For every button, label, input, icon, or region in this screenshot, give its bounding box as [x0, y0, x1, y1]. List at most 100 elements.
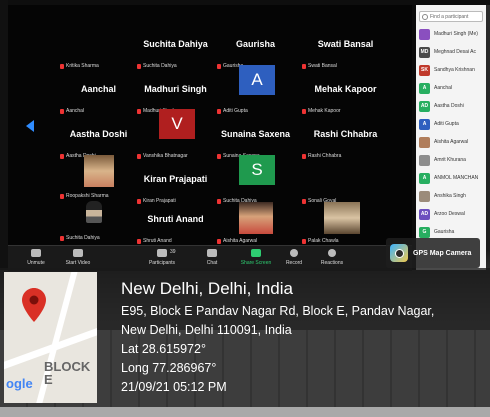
participant-row[interactable]: A ANMOL MANCHAN: [419, 170, 486, 186]
participant-video: [86, 201, 102, 223]
tile-display-name: Aanchal: [80, 84, 116, 94]
muted-mic-icon: [137, 63, 141, 69]
participant-row[interactable]: Madhuri Singh (Me): [419, 26, 486, 42]
participant-row[interactable]: Anshika Singh: [419, 188, 486, 204]
tile-display-name: Aastha Doshi: [69, 129, 128, 139]
tile-display-name: Swati Bansal: [317, 39, 374, 49]
camera-app-icon: [390, 244, 408, 262]
muted-mic-icon: [60, 63, 64, 69]
tile-display-name: Shruti Anand: [147, 214, 204, 224]
participant-video: [84, 155, 114, 187]
tile-name: Aditi Gupta: [223, 108, 248, 114]
participant-row[interactable]: MD Meghnad Desai Ac: [419, 44, 486, 60]
participant-name: Aishita Agarwal: [434, 139, 469, 145]
tile-suchita-dahiya-3[interactable]: Suchita Dahiya: [56, 197, 141, 243]
muted-mic-icon: [302, 108, 306, 114]
avatar: A: [419, 82, 430, 94]
muted-mic-icon: [217, 108, 221, 114]
participant-search-input[interactable]: Find a participant: [419, 11, 483, 22]
muted-mic-icon: [137, 108, 141, 114]
participants-count: 39: [170, 249, 176, 255]
muted-mic-icon: [302, 63, 306, 69]
participants-icon: [157, 249, 167, 257]
tile-roopakshi-sharma[interactable]: Roopakshi Sharma: [56, 155, 141, 201]
muted-mic-icon: [60, 108, 64, 114]
participant-name: Arzoo Deswal: [434, 211, 465, 217]
participant-name: Madhuri Singh (Me): [434, 31, 478, 37]
search-placeholder: Find a participant: [430, 13, 469, 20]
search-icon: [422, 13, 428, 20]
unmute-button[interactable]: Unmute: [14, 249, 58, 266]
start-video-button[interactable]: Start Video: [56, 249, 100, 266]
participant-video: [239, 202, 273, 234]
address-line-2: New Delhi, Delhi 110091, India: [121, 323, 292, 337]
tile-name: Aanchal: [66, 108, 85, 114]
avatar: A: [419, 118, 430, 130]
record-icon: [290, 249, 298, 257]
previous-page-arrow-icon[interactable]: [26, 120, 34, 132]
chat-button[interactable]: Chat: [190, 249, 234, 266]
avatar: AD: [419, 208, 430, 220]
participant-row[interactable]: Amrit Khurana: [419, 152, 486, 168]
participant-row[interactable]: SK Sandhya Krishnan: [419, 62, 486, 78]
avatar: MD: [419, 46, 430, 58]
participant-name: Aditi Gupta: [434, 121, 459, 127]
tile-name: Aishita Agarwal: [223, 238, 258, 244]
participant-video: [324, 202, 360, 234]
tile-shruti-anand[interactable]: Shruti Anand Shruti Anand: [133, 200, 218, 246]
participant-row[interactable]: AD Aastha Doshi: [419, 98, 486, 114]
muted-mic-icon: [217, 63, 221, 69]
zoom-meeting-window: Kritika Sharma Suchita Dahiya Suchita Da…: [8, 5, 486, 271]
tile-aishita-agarwal[interactable]: Aishita Agarwal: [213, 200, 298, 246]
participants-button[interactable]: Participants 39: [140, 249, 184, 266]
gps-map-camera-badge: GPS Map Camera: [386, 238, 480, 268]
tile-name: Swati Bansal: [308, 63, 337, 69]
participant-name: Gaurisha: [434, 229, 455, 235]
tile-mehak-kapoor[interactable]: Mehak Kapoor Mehak Kapoor: [298, 70, 393, 116]
tile-display-name: Sunaina Saxena: [220, 129, 291, 139]
address-line-1: E95, Block E Pandav Nagar Rd, Block E, P…: [121, 304, 435, 318]
reactions-button[interactable]: Reactions: [310, 249, 354, 266]
participant-row[interactable]: A Aanchal: [419, 80, 486, 96]
muted-mic-icon: [137, 238, 141, 244]
tile-display-name: Rashi Chhabra: [313, 129, 378, 139]
participants-panel: Find a participant Madhuri Singh (Me) MD…: [416, 5, 486, 270]
map-area-label: BLOCK E: [44, 359, 91, 387]
participant-name: Amrit Khurana: [434, 157, 466, 163]
muted-mic-icon: [302, 153, 306, 159]
tile-palak-chawla[interactable]: Palak Chawla: [298, 200, 393, 246]
participant-name: Aanchal: [434, 85, 453, 91]
avatar: [419, 28, 430, 40]
tile-rashi-chhabra[interactable]: Rashi Chhabra Rashi Chhabra: [298, 115, 393, 161]
participant-row[interactable]: A Aditi Gupta: [419, 116, 486, 132]
participant-name: Aastha Doshi: [434, 103, 464, 109]
google-logo: ogle: [6, 376, 33, 391]
tile-swati-bansal[interactable]: Swati Bansal Swati Bansal: [298, 25, 393, 71]
tile-display-name: Gaurisha: [235, 39, 275, 49]
participant-row[interactable]: AD Arzoo Deswal: [419, 206, 486, 222]
avatar: [419, 154, 430, 166]
timestamp: 21/09/21 05:12 PM: [121, 380, 227, 394]
avatar: A: [419, 172, 430, 184]
emoji-icon: [328, 249, 336, 257]
tile-kritika[interactable]: Kritika Sharma: [56, 25, 141, 71]
tile-display-name: Suchita Dahiya: [143, 39, 208, 49]
tile-aanchal[interactable]: Aanchal Aanchal: [56, 70, 141, 116]
microphone-icon: [31, 249, 41, 257]
avatar: SK: [419, 64, 430, 76]
tile-aditi-gupta[interactable]: A Aditi Gupta: [213, 65, 298, 116]
tile-name: Vanshika Bhatnagar: [143, 153, 188, 159]
participant-row[interactable]: Aishita Agarwal: [419, 134, 486, 150]
tile-name: Kritika Sharma: [66, 63, 99, 69]
tile-name: Shruti Anand: [143, 238, 172, 244]
avatar: V: [159, 109, 195, 139]
tile-suchita-dahiya[interactable]: Suchita Dahiya Suchita Dahiya: [133, 25, 218, 71]
tile-vanshika-bhatnagar[interactable]: V Vanshika Bhatnagar: [133, 109, 218, 161]
tile-name: Palak Chawla: [308, 238, 339, 244]
map-pin-icon: [22, 288, 46, 322]
video-camera-icon: [73, 249, 83, 257]
muted-mic-icon: [217, 153, 221, 159]
avatar: AD: [419, 100, 430, 112]
laptop-bezel-left: [0, 0, 8, 270]
participant-name: Sandhya Krishnan: [434, 67, 475, 73]
